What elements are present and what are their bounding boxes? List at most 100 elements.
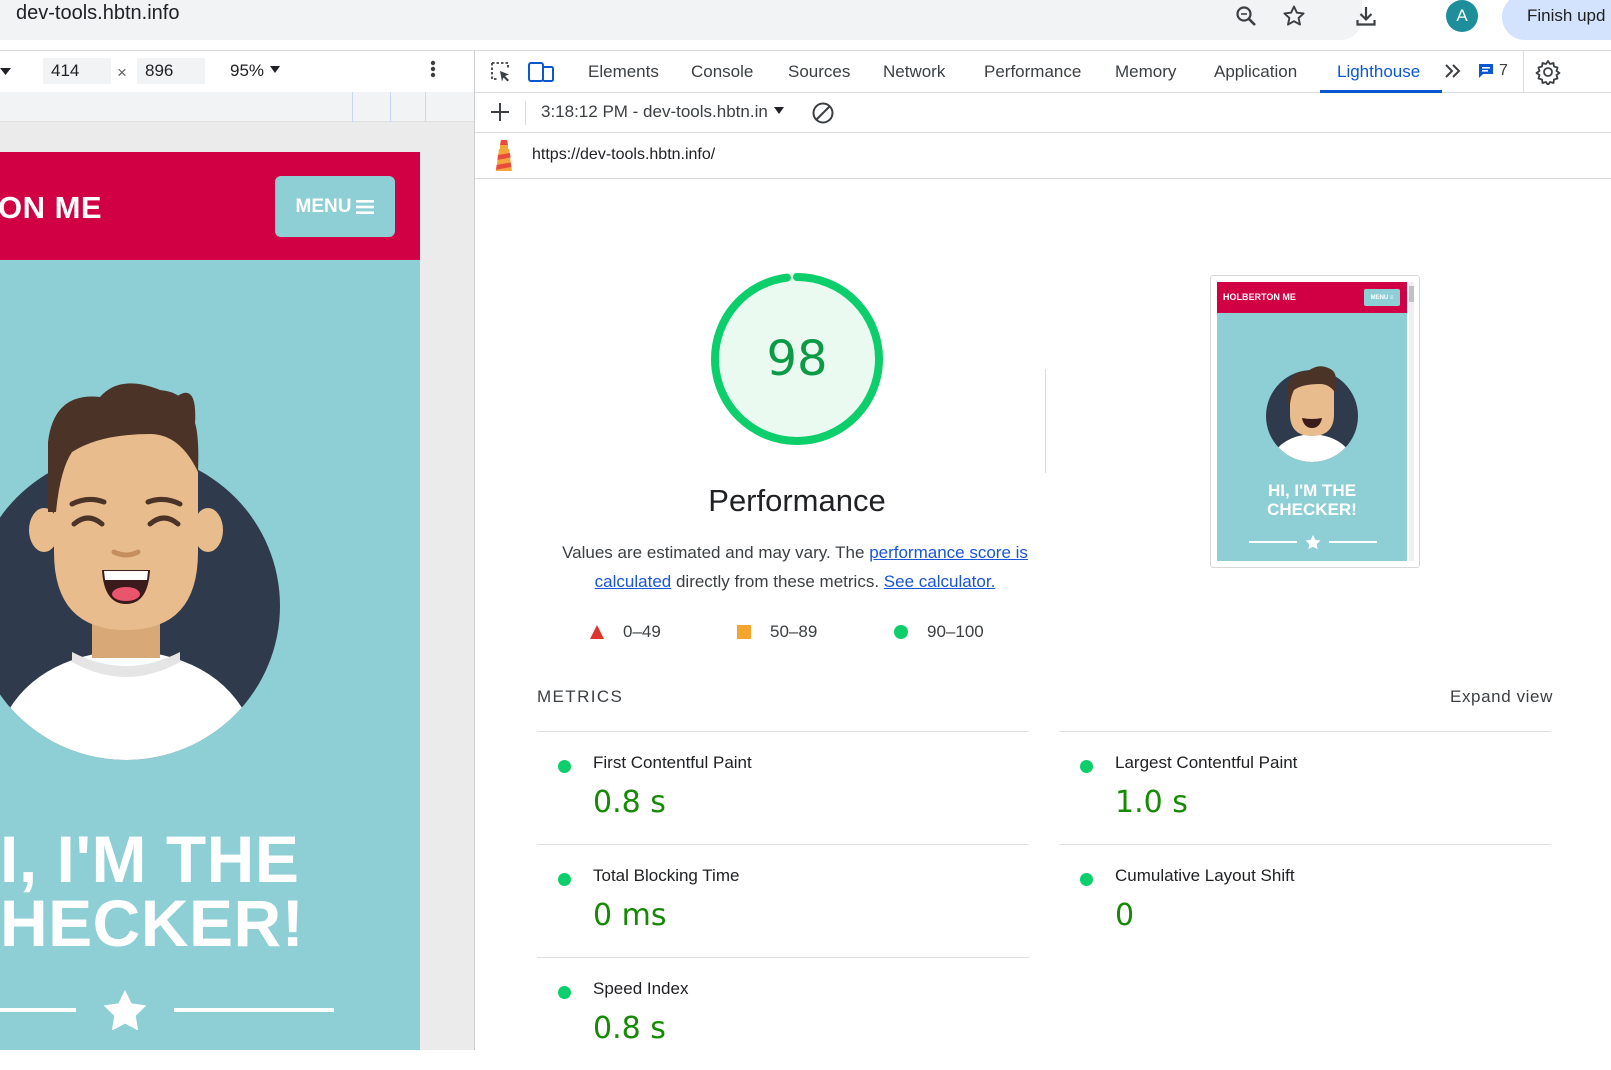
more-options-icon[interactable] bbox=[430, 57, 436, 87]
tab-elements[interactable]: Elements bbox=[588, 62, 659, 82]
tab-application[interactable]: Application bbox=[1214, 62, 1297, 82]
metric-label: Total Blocking Time bbox=[593, 866, 740, 885]
legend-range: 0–49 bbox=[623, 622, 661, 641]
pass-circle-icon bbox=[558, 873, 571, 886]
clear-reports-icon[interactable] bbox=[811, 101, 835, 130]
new-report-plus-icon[interactable] bbox=[489, 101, 511, 128]
average-square-icon bbox=[737, 625, 751, 639]
issues-message-icon bbox=[1479, 64, 1493, 78]
tab-sources[interactable]: Sources bbox=[788, 62, 850, 82]
report-url-bar: https://dev-tools.hbtn.info/ bbox=[475, 133, 1611, 179]
issues-counter[interactable]: 7 bbox=[1477, 62, 1508, 80]
ruler-marker bbox=[352, 92, 353, 122]
zoom-value: 95% bbox=[230, 61, 265, 80]
legend-range: 50–89 bbox=[770, 622, 818, 641]
metric-label: First Contentful Paint bbox=[593, 753, 752, 772]
hero-title-line: HECKER! bbox=[0, 886, 305, 960]
screenshot-hero-title: HI, I'M THE CHECKER! bbox=[1217, 481, 1407, 519]
profile-avatar[interactable]: A bbox=[1446, 0, 1478, 32]
metric-speed-index: Speed Index 0.8 s bbox=[537, 957, 1029, 1070]
metric-label: Speed Index bbox=[593, 979, 689, 998]
star-divider bbox=[0, 990, 334, 1030]
scrollbar-thumb bbox=[1409, 286, 1414, 302]
metric-label: Largest Contentful Paint bbox=[1115, 753, 1298, 772]
more-tabs-chevron-icon[interactable] bbox=[1443, 61, 1463, 86]
emulated-page: ON ME MENU I, I'M THE HECKER! bbox=[0, 152, 420, 1050]
report-select-dropdown[interactable]: 3:18:12 PM - dev-tools.hbtn.in bbox=[541, 102, 785, 122]
performance-gauge[interactable]: 98 bbox=[707, 269, 887, 449]
metrics-header: METRICS Expand view bbox=[537, 687, 1553, 711]
pass-circle-icon bbox=[558, 760, 571, 773]
final-screenshot[interactable]: HOLBERTON ME MENU ≡ HI, I'M THE CHECKER! bbox=[1210, 275, 1420, 568]
star-icon bbox=[103, 990, 147, 1030]
address-bar[interactable]: dev-tools.hbtn.info bbox=[0, 0, 1362, 40]
dimension-separator: × bbox=[117, 63, 127, 82]
metric-first-contentful-paint: First Contentful Paint 0.8 s bbox=[537, 731, 1029, 844]
metric-largest-contentful-paint: Largest Contentful Paint 1.0 s bbox=[1059, 731, 1551, 844]
pass-circle-icon bbox=[1080, 873, 1093, 886]
tab-performance[interactable]: Performance bbox=[984, 62, 1081, 82]
tab-memory[interactable]: Memory bbox=[1115, 62, 1176, 82]
description-text: directly from these metrics. bbox=[671, 572, 884, 591]
viewport-width-input[interactable] bbox=[43, 58, 111, 84]
pass-circle-icon bbox=[1080, 760, 1093, 773]
inspect-element-icon[interactable] bbox=[489, 60, 513, 89]
tab-network[interactable]: Network bbox=[883, 62, 945, 82]
device-toggle-icon[interactable] bbox=[528, 60, 554, 89]
issues-count: 7 bbox=[1499, 62, 1508, 79]
lighthouse-toolbar: 3:18:12 PM - dev-tools.hbtn.in bbox=[475, 93, 1611, 133]
screenshot-avatar-illustration bbox=[1266, 366, 1358, 462]
tab-console[interactable]: Console bbox=[691, 62, 753, 82]
viewport-height-input[interactable] bbox=[137, 58, 205, 84]
media-query-ruler[interactable] bbox=[0, 92, 474, 122]
settings-gear-icon[interactable] bbox=[1535, 59, 1561, 90]
screenshot-title-line: HI, I'M THE bbox=[1267, 481, 1357, 500]
metric-value: 0.8 s bbox=[593, 785, 666, 820]
tabbar-separator bbox=[1523, 51, 1524, 93]
screenshot-scrollbar bbox=[1409, 282, 1414, 561]
screenshot-brand: HOLBERTON ME bbox=[1223, 292, 1296, 302]
zoom-search-icon[interactable] bbox=[1228, 0, 1264, 32]
zoom-dropdown[interactable]: 95% bbox=[230, 61, 281, 81]
screenshot-title-line: CHECKER! bbox=[1267, 500, 1357, 519]
legend-fail: 0–49 bbox=[589, 622, 661, 642]
metric-total-blocking-time: Total Blocking Time 0 ms bbox=[537, 844, 1029, 957]
metrics-title: METRICS bbox=[537, 687, 624, 706]
devtools-tabbar: Elements Console Sources Network Perform… bbox=[475, 51, 1611, 93]
download-icon[interactable] bbox=[1348, 0, 1384, 32]
metric-value: 0 ms bbox=[593, 898, 667, 933]
legend-range: 90–100 bbox=[927, 622, 984, 641]
metric-cumulative-layout-shift: Cumulative Layout Shift 0 bbox=[1059, 844, 1551, 957]
tab-lighthouse[interactable]: Lighthouse bbox=[1337, 62, 1420, 82]
expand-view-toggle[interactable]: Expand view bbox=[1450, 687, 1553, 707]
see-calculator-link[interactable]: See calculator. bbox=[884, 572, 996, 591]
caret-down-icon bbox=[773, 107, 784, 114]
metric-value: 0 bbox=[1115, 898, 1135, 933]
bookmark-star-icon[interactable] bbox=[1276, 0, 1312, 32]
finish-update-button[interactable]: Finish upd bbox=[1502, 0, 1611, 40]
screenshot-menu-button: MENU ≡ bbox=[1364, 289, 1400, 306]
lighthouse-logo-icon bbox=[492, 138, 516, 179]
device-dropdown-caret-icon[interactable] bbox=[0, 61, 12, 86]
fail-triangle-icon bbox=[590, 625, 604, 639]
screenshot-star-divider bbox=[1249, 535, 1377, 550]
devtools-panel: Elements Console Sources Network Perform… bbox=[474, 50, 1611, 1050]
avatar-illustration bbox=[0, 383, 280, 760]
metric-label: Cumulative Layout Shift bbox=[1115, 866, 1295, 885]
browser-toolbar: dev-tools.hbtn.info A Finish upd bbox=[0, 0, 1611, 48]
legend-average: 50–89 bbox=[736, 622, 817, 642]
report-url[interactable]: https://dev-tools.hbtn.info/ bbox=[532, 146, 715, 164]
score-description: Values are estimated and may vary. The p… bbox=[545, 538, 1045, 596]
screenshot-page: HOLBERTON ME MENU ≡ HI, I'M THE CHECKER! bbox=[1217, 282, 1407, 561]
caret-down-icon bbox=[269, 66, 280, 73]
category-title: Performance bbox=[708, 483, 886, 518]
pass-circle-icon bbox=[558, 986, 571, 999]
hero-title-line: I, I'M THE bbox=[0, 822, 300, 896]
screenshot-header: HOLBERTON ME MENU ≡ bbox=[1217, 282, 1407, 313]
metric-value: 1.0 s bbox=[1115, 785, 1188, 820]
address-text[interactable]: dev-tools.hbtn.info bbox=[16, 2, 179, 25]
description-text: Values are estimated and may vary. The bbox=[562, 543, 870, 562]
pass-circle-icon bbox=[894, 625, 908, 639]
score-legend: 0–49 50–89 90–100 bbox=[575, 622, 1015, 646]
ruler-marker bbox=[425, 92, 426, 122]
